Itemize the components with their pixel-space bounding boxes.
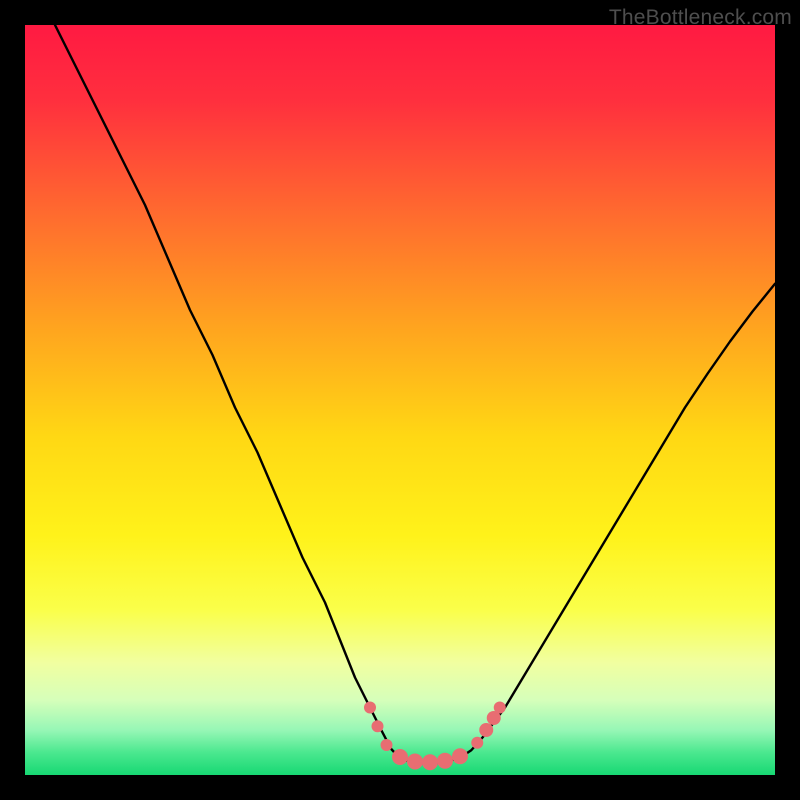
- gradient-background: [25, 25, 775, 775]
- marker-dot: [392, 749, 408, 765]
- watermark-text: TheBottleneck.com: [609, 6, 792, 30]
- marker-dot: [479, 723, 493, 737]
- bottleneck-curve-chart: [25, 25, 775, 775]
- plot-area: [25, 25, 775, 775]
- marker-dot: [422, 754, 438, 770]
- chart-frame: TheBottleneck.com: [0, 0, 800, 800]
- marker-dot: [494, 702, 506, 714]
- marker-dot: [407, 754, 423, 770]
- marker-dot: [471, 737, 483, 749]
- marker-dot: [364, 702, 376, 714]
- marker-dot: [372, 720, 384, 732]
- marker-dot: [452, 748, 468, 764]
- marker-dot: [381, 739, 393, 751]
- marker-dot: [437, 753, 453, 769]
